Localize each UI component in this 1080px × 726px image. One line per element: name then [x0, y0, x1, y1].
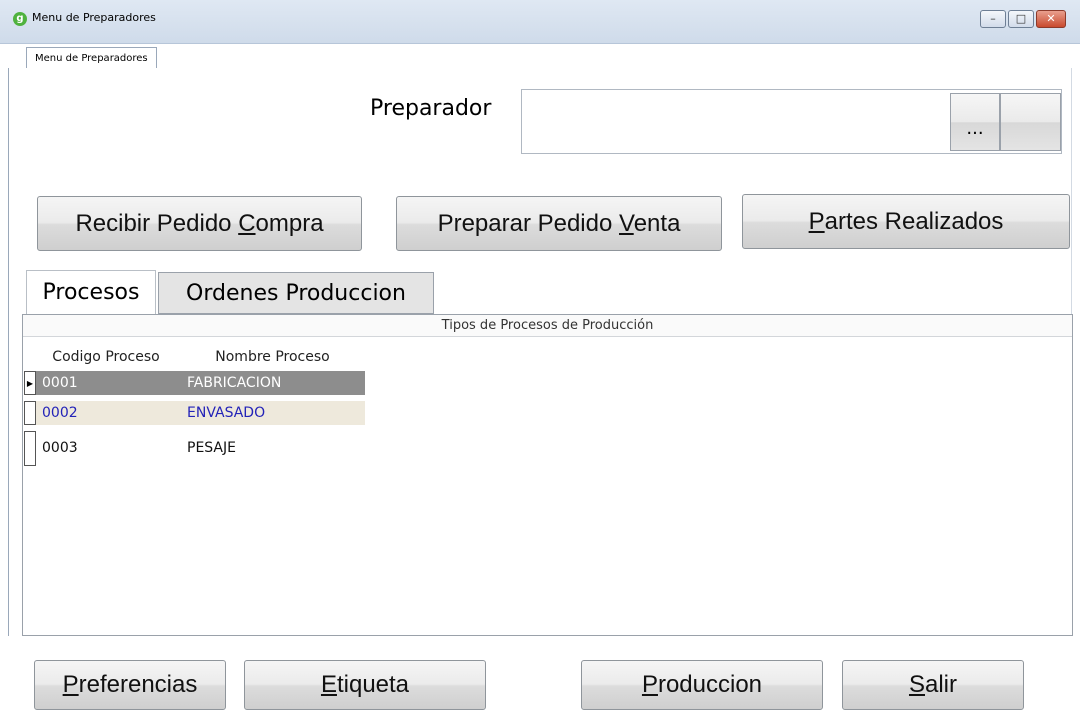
app-icon: g [13, 12, 27, 26]
tab-procesos[interactable]: Procesos [26, 270, 156, 316]
button-accelerator: C [238, 210, 256, 237]
table-row[interactable]: 0003 PESAJE [36, 436, 365, 460]
clear-preparador-button[interactable] [1000, 93, 1061, 151]
button-accelerator: S [908, 671, 925, 698]
button-label-part: Preparar Pedido [437, 210, 620, 237]
button-label-part: roduccion [657, 671, 763, 698]
row-selector[interactable] [24, 401, 36, 425]
table-row[interactable]: 0001 FABRICACION [36, 371, 365, 395]
button-accelerator: E [320, 671, 337, 698]
minimize-button[interactable]: – [980, 10, 1006, 28]
window-title: Menu de Preparadores [32, 11, 156, 24]
tab-ordenes-produccion[interactable]: Ordenes Produccion [158, 272, 434, 314]
preferencias-button[interactable]: Preferencias [34, 660, 226, 710]
button-label-part: referencias [78, 671, 198, 698]
column-header-codigo[interactable]: Codigo Proceso [36, 344, 176, 370]
button-label-part: ompra [255, 210, 324, 237]
button-label-part: tiqueta [336, 671, 410, 698]
button-accelerator: P [641, 671, 658, 698]
row-selector[interactable] [24, 431, 36, 466]
cell-codigo: 0002 [42, 405, 78, 421]
button-accelerator: P [62, 671, 79, 698]
recibir-pedido-compra-button[interactable]: Recibir Pedido Compra [37, 196, 362, 251]
cell-nombre: PESAJE [187, 440, 236, 456]
current-row-icon: ▶ [26, 379, 34, 388]
button-label-part: enta [633, 210, 681, 237]
column-header-nombre[interactable]: Nombre Proceso [180, 344, 365, 370]
close-button[interactable]: ✕ [1036, 10, 1066, 28]
partes-realizados-button[interactable]: Partes Realizados [742, 194, 1070, 249]
preparador-label: Preparador [370, 96, 492, 121]
salir-button[interactable]: Salir [842, 660, 1024, 710]
tab-menu-de-preparadores[interactable]: Menu de Preparadores [26, 47, 157, 69]
title-bar [0, 0, 1080, 44]
cell-nombre: FABRICACION [187, 375, 282, 391]
button-accelerator: V [619, 210, 634, 237]
grid-caption: Tipos de Procesos de Producción [23, 315, 1072, 337]
preparar-pedido-venta-button[interactable]: Preparar Pedido Venta [396, 196, 722, 251]
maximize-button[interactable]: □ [1008, 10, 1034, 28]
etiqueta-button[interactable]: Etiqueta [244, 660, 486, 710]
cell-codigo: 0003 [42, 440, 78, 456]
produccion-button[interactable]: Produccion [581, 660, 823, 710]
button-label-part: alir [925, 671, 958, 698]
button-label-part: artes Realizados [824, 208, 1004, 235]
button-label-part: Recibir Pedido [75, 210, 239, 237]
browse-preparador-button[interactable]: ... [950, 93, 1000, 151]
button-accelerator: P [808, 208, 825, 235]
cell-codigo: 0001 [42, 375, 78, 391]
table-row[interactable]: 0002 ENVASADO [36, 401, 365, 425]
cell-nombre: ENVASADO [187, 405, 266, 421]
row-selector[interactable]: ▶ [24, 371, 36, 395]
